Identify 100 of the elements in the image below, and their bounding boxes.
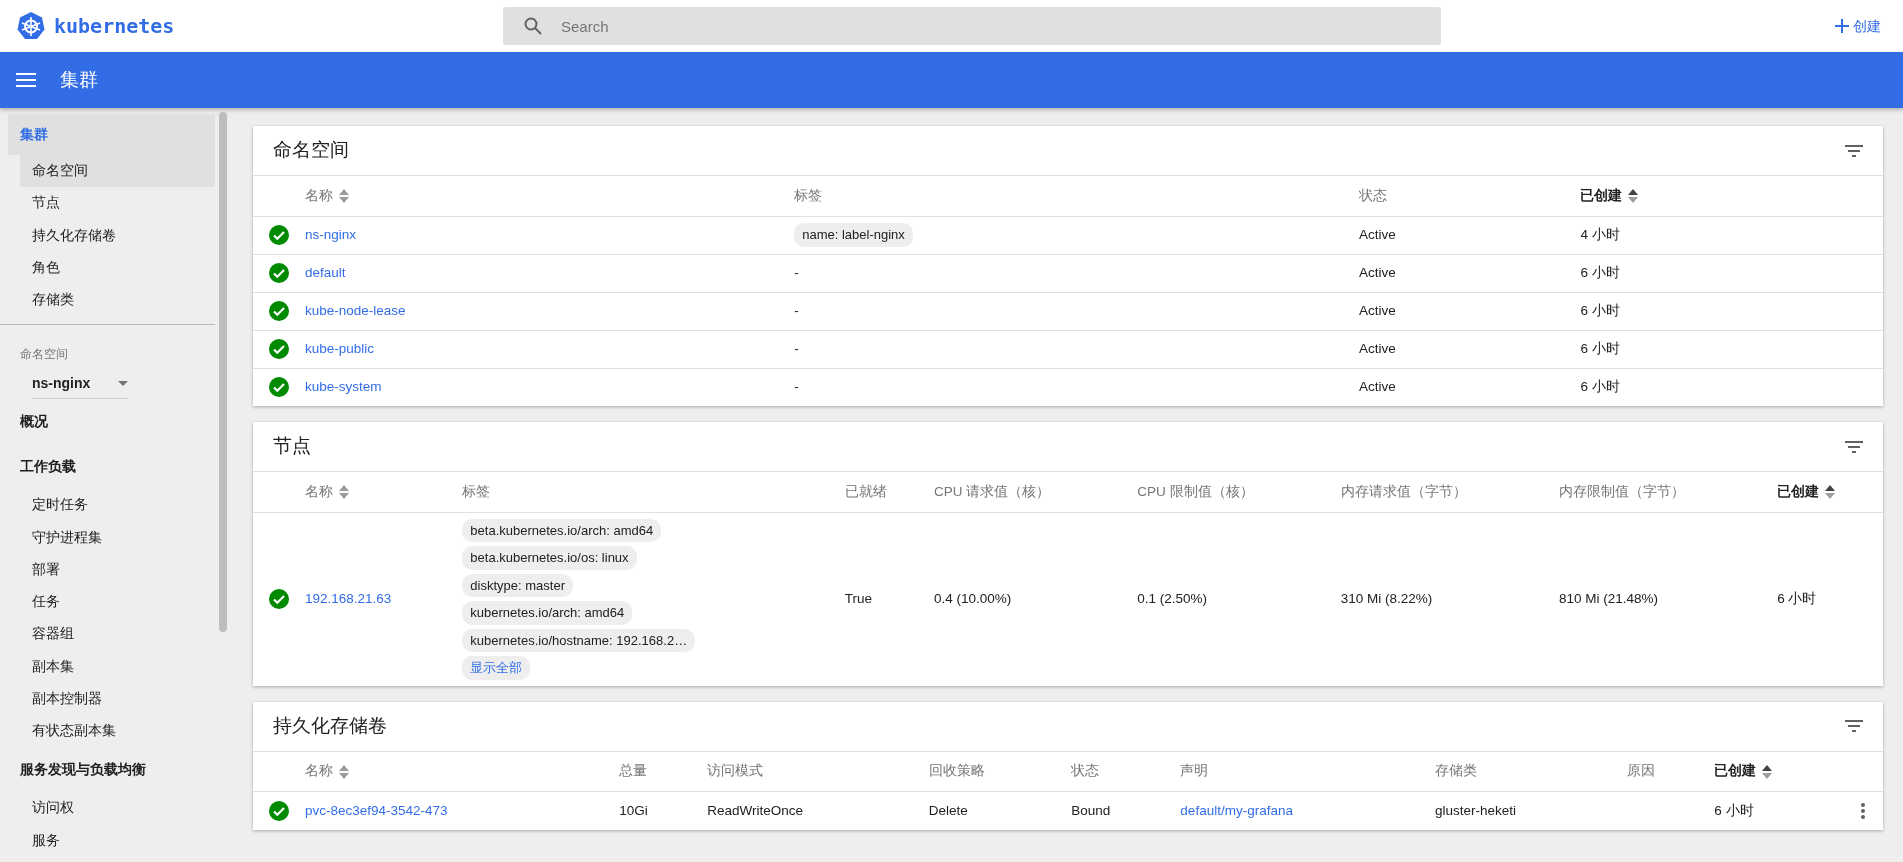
- table-cell: -: [794, 379, 799, 395]
- table-cell: gluster-heketi: [1435, 802, 1517, 818]
- more-options-icon[interactable]: [1861, 803, 1865, 820]
- table-cell: 0.4 (10.00%): [933, 590, 1012, 606]
- column-header: 原因: [1627, 763, 1656, 779]
- column-header[interactable]: 名称: [305, 187, 333, 203]
- sidebar-item[interactable]: 容器组: [20, 618, 215, 651]
- namespace-dropdown[interactable]: ns-nginx: [32, 369, 128, 400]
- filter-icon[interactable]: [1845, 440, 1863, 453]
- plus-icon: [1835, 19, 1849, 33]
- card-title: 命名空间: [273, 138, 349, 163]
- column-header[interactable]: 已创建: [1714, 763, 1757, 779]
- sidebar-item[interactable]: 定时任务: [20, 489, 215, 522]
- column-header[interactable]: 名称: [305, 763, 333, 779]
- search-field[interactable]: Search: [503, 7, 1441, 45]
- card-title: 节点: [273, 434, 311, 459]
- sidebar-item[interactable]: 存储类: [20, 284, 215, 317]
- table-cell: Delete: [928, 802, 968, 818]
- sidebar-item[interactable]: 持久化存储卷: [20, 219, 215, 252]
- table-cell: Active: [1359, 264, 1396, 280]
- sidebar-item[interactable]: 服务: [20, 824, 215, 857]
- show-all-link[interactable]: 显示全部: [462, 656, 531, 680]
- menu-icon[interactable]: [16, 73, 36, 87]
- column-header: 状态: [1359, 187, 1388, 203]
- table-cell: 6 小时: [1777, 590, 1817, 606]
- label-chip: disktype: master: [462, 573, 573, 597]
- sort-icon[interactable]: [1628, 189, 1639, 204]
- sidebar-item[interactable]: 部署: [20, 553, 215, 586]
- table-cell: 810 Mi (21.48%): [1558, 590, 1658, 606]
- filter-icon[interactable]: [1845, 720, 1863, 732]
- table-cell: 6 小时: [1580, 302, 1620, 318]
- table-cell: 6 小时: [1714, 802, 1754, 818]
- column-header: 访问模式: [707, 763, 764, 779]
- column-header: 声明: [1180, 763, 1209, 779]
- column-header: 回收策略: [928, 763, 985, 779]
- table-cell: Active: [1359, 340, 1396, 356]
- table-cell: Active: [1359, 302, 1396, 318]
- resource-link[interactable]: pvc-8ec3ef94-3542-473: [305, 802, 448, 818]
- label-chip: beta.kubernetes.io/os: linux: [462, 546, 637, 570]
- table-cell: Active: [1359, 379, 1396, 395]
- sidebar-item[interactable]: 副本集: [20, 650, 215, 683]
- table-cell: True: [844, 590, 873, 606]
- table-cell: 6 小时: [1580, 264, 1620, 280]
- column-header: 已就绪: [844, 483, 887, 499]
- table-cell: 310 Mi (8.22%): [1340, 590, 1433, 606]
- sidebar-item[interactable]: 守护进程集: [20, 521, 215, 554]
- sidebar-item[interactable]: 任务: [20, 586, 215, 619]
- resource-link[interactable]: default: [305, 264, 346, 280]
- sidebar-group[interactable]: 集群: [8, 114, 215, 155]
- table-cell: -: [794, 264, 799, 280]
- sort-icon[interactable]: [1762, 764, 1773, 779]
- scrollbar-thumb[interactable]: [219, 112, 227, 632]
- table-cell: 0.1 (2.50%): [1137, 590, 1208, 606]
- column-header[interactable]: 名称: [305, 483, 333, 499]
- sidebar-item[interactable]: 有状态副本集: [20, 715, 215, 748]
- logo-text[interactable]: kubernetes: [54, 11, 175, 41]
- label-chip: kubernetes.io/arch: amd64: [462, 601, 633, 625]
- column-header: 内存请求值（字节）: [1340, 483, 1467, 499]
- sidebar-item[interactable]: 访问权: [20, 792, 215, 825]
- column-header: 标签: [794, 187, 823, 203]
- table-cell: -: [794, 340, 799, 356]
- table-cell: Bound: [1071, 802, 1111, 818]
- column-header: 状态: [1071, 763, 1100, 779]
- resource-link[interactable]: kube-node-lease: [305, 302, 406, 318]
- sidebar-item[interactable]: 角色: [20, 251, 215, 284]
- namespace-label: 命名空间: [19, 346, 69, 364]
- table-cell: 4 小时: [1580, 226, 1620, 242]
- table-cell: 6 小时: [1580, 340, 1620, 356]
- resource-link[interactable]: ns-nginx: [305, 226, 357, 242]
- table-cell: -: [794, 302, 799, 318]
- table-cell: 10Gi: [619, 802, 648, 818]
- table-cell: ReadWriteOnce: [707, 802, 804, 818]
- resource-link[interactable]: kube-public: [305, 340, 375, 356]
- sidebar-heading[interactable]: 概况: [0, 399, 215, 445]
- toolbar-title: 集群: [60, 67, 98, 92]
- label-chip: kubernetes.io/hostname: 192.168.2…: [462, 628, 696, 652]
- column-header: 内存限制值（字节）: [1558, 483, 1685, 499]
- label-chip: beta.kubernetes.io/arch: amd64: [462, 518, 662, 542]
- filter-icon[interactable]: [1845, 144, 1863, 157]
- caret-icon: [118, 381, 128, 387]
- column-header[interactable]: 已创建: [1777, 483, 1820, 499]
- resource-link[interactable]: default/my-grafana: [1180, 802, 1293, 818]
- label-chip: name: label-nginx: [794, 223, 913, 247]
- column-header: 总量: [619, 763, 648, 779]
- resource-link[interactable]: kube-system: [305, 379, 382, 395]
- column-header: CPU 限制值（核）: [1137, 483, 1254, 499]
- sidebar-heading[interactable]: 工作负载: [0, 444, 215, 490]
- resource-link[interactable]: 192.168.21.63: [305, 590, 392, 606]
- sidebar-item[interactable]: 命名空间: [20, 155, 215, 188]
- column-header: 标签: [462, 483, 491, 499]
- column-header: CPU 请求值（核）: [933, 483, 1051, 499]
- column-header: 存储类: [1435, 763, 1477, 779]
- card-title: 持久化存储卷: [273, 713, 387, 738]
- create-button[interactable]: 创建: [1829, 14, 1887, 38]
- sidebar-item[interactable]: 节点: [20, 187, 215, 220]
- sort-icon[interactable]: [1825, 485, 1836, 500]
- kubernetes-logo-icon: [16, 11, 46, 41]
- column-header[interactable]: 已创建: [1580, 187, 1623, 203]
- sidebar-item[interactable]: 副本控制器: [20, 682, 215, 715]
- sidebar-heading[interactable]: 服务发现与负载均衡: [0, 747, 215, 793]
